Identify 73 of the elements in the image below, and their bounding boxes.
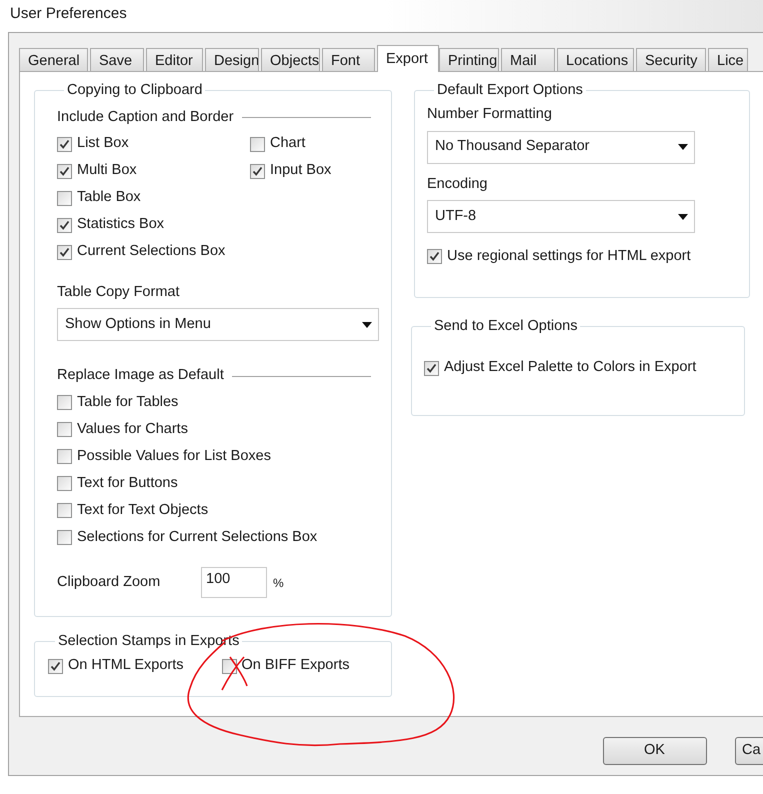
dropdown[interactable]: UTF-8: [427, 200, 695, 234]
checkbox-label: On HTML Exports: [68, 656, 184, 676]
dropdown[interactable]: Show Options in Menu: [57, 308, 379, 342]
dropdown[interactable]: No Thousand Separator: [427, 130, 695, 164]
checkbox[interactable]: [427, 249, 442, 264]
tab[interactable]: Security: [636, 48, 706, 71]
checkbox[interactable]: [57, 530, 72, 545]
tab[interactable]: Font: [322, 48, 375, 71]
field-label: Table Copy Format: [57, 282, 180, 302]
checkbox-label: Current Selections Box: [77, 242, 226, 262]
check-icon: [252, 166, 263, 176]
input-field[interactable]: 100: [201, 567, 267, 598]
checkbox-label: Possible Values for List Boxes: [77, 446, 271, 466]
caret-icon: [362, 322, 372, 328]
check-icon: [59, 246, 70, 258]
check-icon: [59, 220, 70, 230]
checkbox[interactable]: [57, 190, 72, 206]
checkbox[interactable]: [424, 360, 439, 376]
group-title: Default Export Options: [436, 81, 584, 100]
check-icon: [50, 660, 61, 672]
checkbox-label: Chart: [270, 134, 306, 154]
check-icon: [59, 166, 70, 176]
dialog-button[interactable]: Ca: [735, 737, 763, 765]
checkbox-label: On BIFF Exports: [242, 656, 350, 676]
tab[interactable]: Save: [90, 48, 144, 71]
checkbox-label: Text for Text Objects: [77, 500, 208, 520]
caret-icon: [678, 214, 688, 220]
checkbox[interactable]: [250, 136, 265, 152]
checkbox-label: Selections for Current Selections Box: [77, 528, 318, 547]
checkbox-label: List Box: [77, 134, 129, 154]
checkbox-label: Multi Box: [77, 161, 137, 180]
section-heading: Include Caption and Border: [57, 108, 234, 127]
checkbox[interactable]: [48, 658, 63, 674]
tab[interactable]: Export: [377, 45, 439, 72]
tab[interactable]: Editor: [146, 48, 203, 71]
checkbox-label: Table Box: [77, 188, 141, 208]
check-icon: [59, 138, 70, 150]
field-label: Clipboard Zoom: [57, 572, 162, 592]
tab[interactable]: Design: [205, 48, 259, 71]
check-icon: [426, 362, 437, 374]
field-label: Number Formatting: [427, 104, 553, 124]
tab[interactable]: Locations: [557, 48, 634, 71]
group-title: Send to Excel Options: [433, 317, 578, 336]
checkbox[interactable]: [57, 395, 72, 410]
group-title: Copying to Clipboard: [66, 81, 204, 100]
checkbox[interactable]: [57, 244, 72, 260]
checkbox[interactable]: [57, 449, 72, 464]
checkbox[interactable]: [57, 476, 72, 491]
checkbox-label: Adjust Excel Palette to Colors in Export: [444, 358, 696, 378]
tab[interactable]: General: [19, 48, 88, 71]
checkbox-label: Input Box: [270, 161, 332, 180]
checkbox[interactable]: [57, 164, 72, 178]
section-heading: Replace Image as Default: [57, 366, 224, 386]
checkbox[interactable]: [57, 218, 72, 232]
window-title: User Preferences: [10, 5, 127, 22]
tab[interactable]: Mail: [501, 48, 555, 71]
checkbox[interactable]: [57, 136, 72, 152]
checkbox-label: Table for Tables: [77, 392, 178, 412]
checkbox[interactable]: [250, 164, 265, 178]
tab[interactable]: Objects: [261, 48, 320, 71]
checkbox[interactable]: [57, 503, 72, 518]
dialog-button[interactable]: OK: [603, 737, 707, 765]
field-label: Encoding: [427, 174, 488, 194]
tab[interactable]: Printing: [439, 48, 499, 71]
checkbox-label: Text for Buttons: [77, 474, 178, 493]
check-icon: [429, 251, 440, 262]
checkbox-label: Statistics Box: [77, 215, 164, 234]
checkbox[interactable]: [57, 422, 72, 437]
tab[interactable]: Lice: [708, 48, 748, 71]
checkbox-label: Values for Charts: [77, 420, 188, 439]
unit-label: %: [273, 574, 284, 592]
checkbox-label: Use regional settings for HTML export: [447, 246, 691, 266]
caret-icon: [678, 144, 688, 150]
